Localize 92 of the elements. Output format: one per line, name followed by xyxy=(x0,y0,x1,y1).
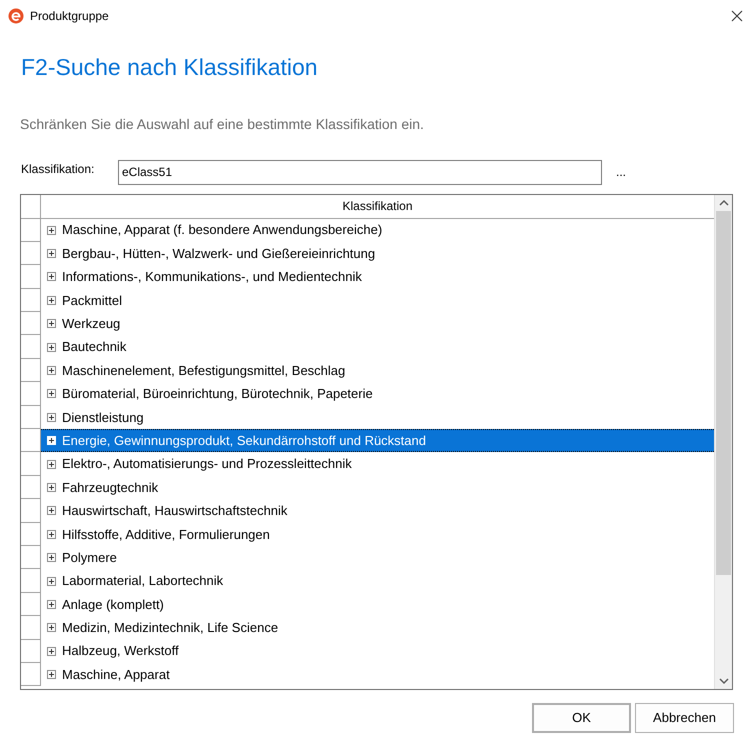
row-label: Anlage (komplett) xyxy=(62,596,164,614)
expand-icon[interactable] xyxy=(47,366,56,376)
row-selector[interactable] xyxy=(21,569,41,593)
expand-icon[interactable] xyxy=(47,482,56,492)
close-icon[interactable] xyxy=(731,10,743,22)
row-label: Halbzeug, Werkstoff xyxy=(62,642,179,660)
expand-icon[interactable] xyxy=(47,460,56,469)
row-label: Bautechnik xyxy=(62,338,126,356)
window-title: Produktgruppe xyxy=(30,8,109,25)
grid-row[interactable]: Informations-, Kommunikations-, und Medientechnik xyxy=(41,265,714,289)
grid-row[interactable]: Bautechnik xyxy=(41,335,714,359)
dialog-heading: F2-Suche nach Klassifikation xyxy=(21,54,318,80)
expand-icon[interactable] xyxy=(47,412,56,422)
row-label: Medizin, Medizintechnik, Life Science xyxy=(62,619,278,638)
grid-row[interactable]: Maschinenelement, Befestigungsmittel, Beschlag xyxy=(41,358,714,382)
row-selector[interactable] xyxy=(21,546,41,570)
grid-row[interactable]: Anlage (komplett) xyxy=(41,592,714,616)
classification-field[interactable]: eClass51 xyxy=(118,160,602,184)
grid-row[interactable]: Werkzeug xyxy=(41,312,714,336)
column-header[interactable]: Klassifikation xyxy=(41,194,714,218)
expand-icon[interactable] xyxy=(47,319,56,328)
expand-icon[interactable] xyxy=(47,436,56,446)
row-label: Elektro-, Automatisierungs- und Prozessleittechnik xyxy=(62,455,352,474)
expand-icon[interactable] xyxy=(47,623,56,632)
grid-row[interactable]: Hauswirtschaft, Hauswirtschaftstechnik xyxy=(41,499,714,523)
row-label: Energie, Gewinnungsprodukt, Sekundärrohstoff und Rückstand xyxy=(62,432,426,450)
grid-row[interactable]: Dienstleistung xyxy=(41,406,714,430)
row-label: Dienstleistung xyxy=(62,408,144,427)
row-selector[interactable] xyxy=(21,616,41,640)
scroll-thumb[interactable] xyxy=(716,210,731,574)
row-label: Maschine, Apparat (f. besondere Anwendungsbereiche) xyxy=(62,221,382,240)
row-label: Büromaterial, Büroeinrichtung, Bürotechnik, Papeterie xyxy=(62,385,373,404)
grid-row[interactable]: Maschine, Apparat (f. besondere Anwendungsbereiche) xyxy=(41,218,714,242)
row-label: Hauswirtschaft, Hauswirtschaftstechnik xyxy=(62,502,288,520)
row-label: Maschine, Apparat xyxy=(62,666,170,684)
expand-icon[interactable] xyxy=(47,600,56,609)
expand-icon[interactable] xyxy=(47,530,56,539)
expand-icon[interactable] xyxy=(47,249,56,258)
expand-icon[interactable] xyxy=(47,389,56,398)
row-selector[interactable] xyxy=(21,265,41,289)
grid-row[interactable]: Hilfsstoffe, Additive, Formulierungen xyxy=(41,522,714,546)
row-selector[interactable] xyxy=(21,476,41,500)
row-label: Informations-, Kommunikations-, und Medientechnik xyxy=(62,268,362,286)
row-selector[interactable] xyxy=(21,312,41,336)
grid-row[interactable]: Fahrzeugtechnik xyxy=(41,476,714,500)
row-selector[interactable] xyxy=(21,499,41,523)
grid-row[interactable]: Büromaterial, Büroeinrichtung, Bürotechnik, Papeterie xyxy=(41,382,714,406)
grid-row[interactable]: Bergbau-, Hütten-, Walzwerk- und Gießereieinrichtung xyxy=(41,242,714,266)
expand-icon[interactable] xyxy=(47,226,56,235)
grid-row[interactable]: Polymere xyxy=(41,546,714,570)
row-label: Hilfsstoffe, Additive, Formulierungen xyxy=(62,526,270,544)
row-label: Polymere xyxy=(62,548,117,567)
field-label: Klassifikation: xyxy=(21,161,96,178)
row-selector[interactable] xyxy=(21,218,41,242)
expand-icon[interactable] xyxy=(47,342,56,352)
expand-icon[interactable] xyxy=(47,670,56,680)
row-selector[interactable] xyxy=(21,288,41,312)
row-selector[interactable] xyxy=(21,522,41,546)
expand-icon[interactable] xyxy=(47,553,56,562)
row-selector[interactable] xyxy=(21,382,41,406)
scrollbar[interactable] xyxy=(714,194,732,688)
grid-row[interactable]: Halbzeug, Werkstoff xyxy=(41,640,714,663)
row-label: Maschinenelement, Befestigungsmittel, Beschlag xyxy=(62,362,346,380)
row-selector[interactable] xyxy=(21,242,41,266)
row-selector[interactable] xyxy=(21,592,41,616)
row-selector[interactable] xyxy=(21,335,41,359)
expand-icon[interactable] xyxy=(47,296,56,305)
grid-row[interactable]: Elektro-, Automatisierungs- und Prozessleittechnik xyxy=(41,452,714,476)
row-selector[interactable] xyxy=(21,358,41,382)
app-logo-icon xyxy=(8,8,24,24)
grid-row[interactable]: Maschine, Apparat xyxy=(41,662,714,686)
expand-icon[interactable] xyxy=(47,272,56,282)
row-label: Werkzeug xyxy=(62,315,120,333)
expand-icon[interactable] xyxy=(47,506,56,516)
grid-row[interactable]: Labormaterial, Labortechnik xyxy=(41,569,714,593)
row-label: Packmittel xyxy=(62,292,122,310)
dialog-description: Schränken Sie die Auswahl auf eine bestimmte Klassifikation ein. xyxy=(20,116,424,132)
grid-row[interactable]: Packmittel xyxy=(41,288,714,312)
dialog-button[interactable]: Abbrechen xyxy=(635,702,734,732)
row-selector[interactable] xyxy=(21,452,41,476)
grid-row[interactable]: Energie, Gewinnungsprodukt, Sekundärrohstoff und Rückstand xyxy=(41,429,714,452)
row-selector[interactable] xyxy=(21,640,41,663)
expand-icon[interactable] xyxy=(47,646,56,656)
expand-icon[interactable] xyxy=(47,576,56,586)
dialog-button[interactable]: OK xyxy=(532,702,631,732)
row-label: Bergbau-, Hütten-, Walzwerk- und Gießereieinrichtung xyxy=(62,244,376,263)
grid-row[interactable]: Medizin, Medizintechnik, Life Science xyxy=(41,616,714,640)
row-selector[interactable] xyxy=(21,662,41,686)
row-selector[interactable] xyxy=(21,406,41,430)
browse-button[interactable]: ... xyxy=(614,163,628,181)
row-label: Fahrzeugtechnik xyxy=(62,478,158,497)
row-label: Labormaterial, Labortechnik xyxy=(62,572,224,590)
